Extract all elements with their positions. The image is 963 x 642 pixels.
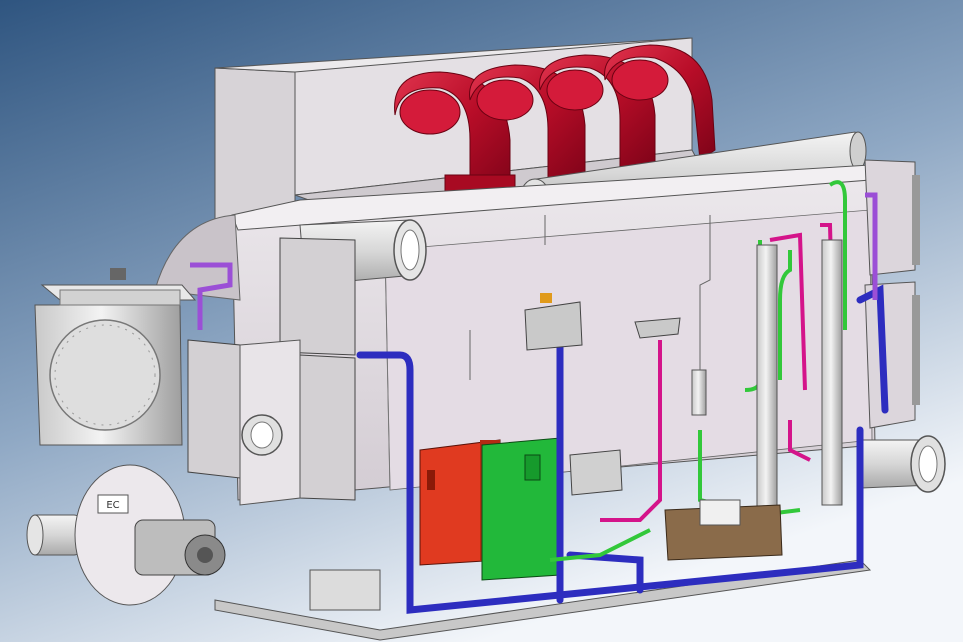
gauge-icon (540, 293, 552, 303)
green-cabinet (481, 437, 561, 581)
cad-viewport: EC (0, 0, 963, 642)
right-nozzle (859, 435, 946, 493)
valve-icon (110, 268, 126, 280)
burner-badge: EC (106, 500, 119, 511)
gear-icon (184, 534, 226, 576)
chiller-render: EC (0, 0, 963, 642)
burner-housing (34, 268, 197, 446)
pump-skid (664, 499, 783, 561)
